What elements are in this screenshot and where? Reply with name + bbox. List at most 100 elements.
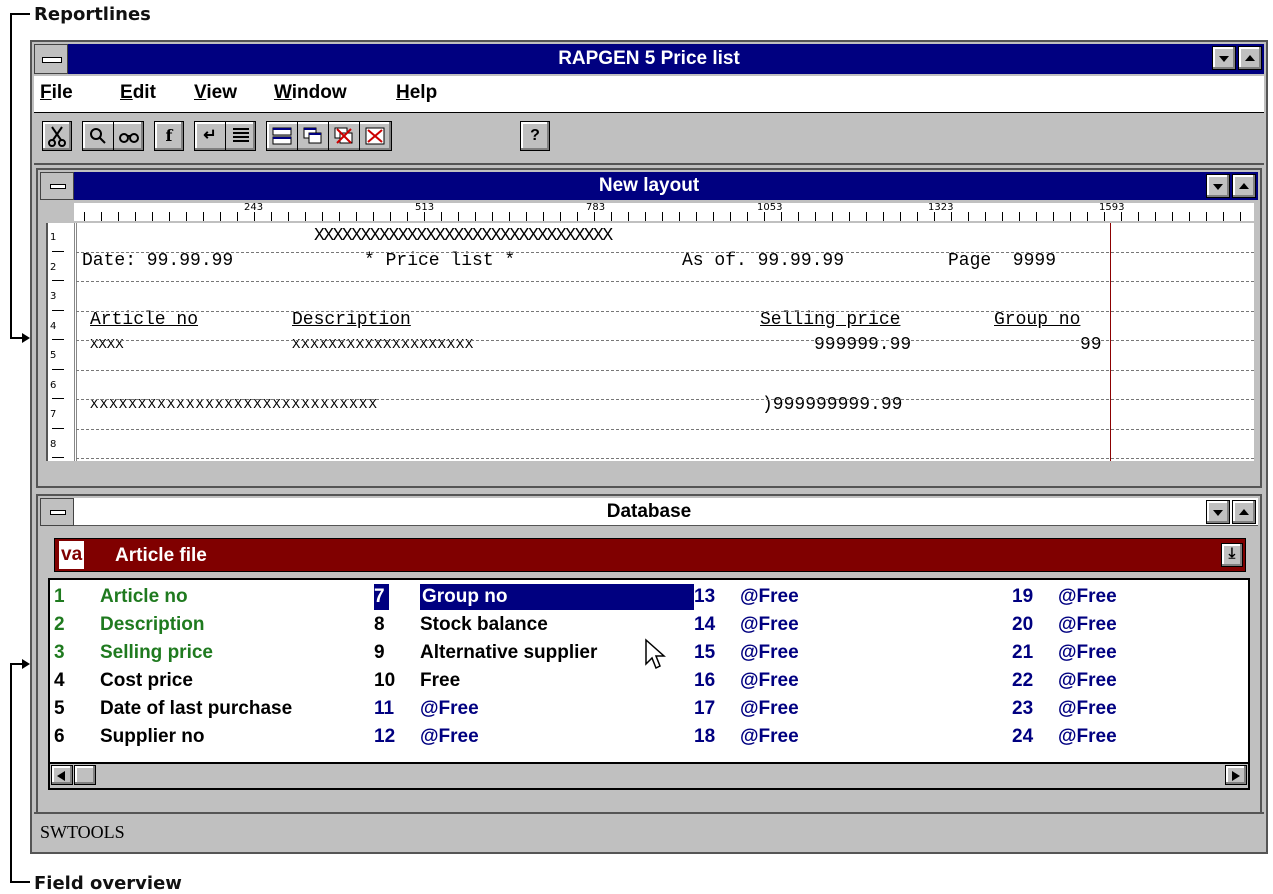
db-field-number: 3 <box>54 642 65 663</box>
menu-file[interactable]: File <box>40 82 73 104</box>
minimize-icon <box>1213 184 1223 190</box>
horizontal-scrollbar[interactable] <box>50 762 1248 788</box>
db-field-label: Article no <box>100 586 188 607</box>
report-line-separator <box>76 251 1254 253</box>
window-close-all-icon <box>334 127 353 144</box>
file-dropdown-button[interactable]: ⤓ <box>1221 543 1243 567</box>
cut-button[interactable] <box>42 121 72 151</box>
db-field-number: 12 <box>374 726 396 747</box>
maximize-button[interactable] <box>1238 46 1262 70</box>
ruler[interactable]: 243 513 783 1053 1323 1593 <box>74 203 1254 221</box>
db-field-label: @Free <box>420 726 479 747</box>
menu-bar: File Edit View Window Help <box>34 76 1264 113</box>
minimize-icon <box>1213 510 1223 516</box>
window-close-button[interactable] <box>360 122 390 150</box>
database-title: Database <box>606 501 692 522</box>
db-field-number: 23 <box>1012 698 1034 719</box>
lines-icon <box>233 128 249 142</box>
window-tile-button[interactable] <box>267 122 298 150</box>
ruler-tick <box>645 212 646 221</box>
db-field-number: 8 <box>374 614 385 635</box>
line-number: 1 <box>50 232 57 243</box>
ruler-tick <box>1036 212 1037 221</box>
menu-view[interactable]: View <box>194 82 237 104</box>
menu-help[interactable]: Help <box>396 82 437 104</box>
header-group-no[interactable]: Group no <box>994 310 1080 330</box>
return-button[interactable]: ↵ <box>195 122 226 150</box>
db-field-label: @Free <box>1058 614 1117 635</box>
ruler-tick <box>900 212 901 221</box>
layout-minimize-button[interactable] <box>1206 174 1230 198</box>
layout-editor[interactable]: 1 2 3 4 5 6 7 8 XXXXXXXXXXXXXXXXXXXXXXXXXXXXXXX… <box>46 223 1254 461</box>
scroll-left-button[interactable] <box>51 765 73 785</box>
right-margin-line <box>1110 223 1111 461</box>
ruler-tick <box>1121 212 1122 221</box>
callout-field-overview: Field overview <box>34 873 182 894</box>
report-line-1[interactable]: XXXXXXXXXXXXXXXXXXXXXXXXXXXXXXXX <box>314 226 613 246</box>
header-article-no[interactable]: Article no <box>90 310 198 330</box>
header-description[interactable]: Description <box>292 310 411 330</box>
minimize-button[interactable] <box>1212 46 1236 70</box>
total-value[interactable]: )999999999.99 <box>762 395 902 415</box>
ruler-tick <box>322 212 323 221</box>
database-window: Database va Article file ⤓ 1 Article no 2 D… <box>36 494 1262 814</box>
line-marker <box>52 368 64 370</box>
menu-edit[interactable]: Edit <box>120 82 156 104</box>
window-close-icon <box>365 127 385 145</box>
ruler-tick <box>1206 212 1207 221</box>
window-cascade-button[interactable] <box>298 122 329 150</box>
report-as-of[interactable]: As of. 99.99.99 <box>682 251 844 271</box>
search-button[interactable] <box>83 122 114 150</box>
report-page[interactable]: Page 9999 <box>948 251 1056 271</box>
callout-arrow-icon <box>22 333 30 343</box>
db-field-number: 18 <box>694 726 716 747</box>
system-menu-button[interactable] <box>34 44 68 74</box>
menu-window[interactable]: Window <box>274 82 347 104</box>
field-selling-price[interactable]: 999999.99 <box>814 335 911 355</box>
header-selling-price[interactable]: Selling price <box>760 310 900 330</box>
ruler-tick <box>101 212 102 221</box>
db-field-number: 9 <box>374 642 385 663</box>
help-button[interactable]: ? <box>520 121 550 151</box>
ruler-tick <box>1019 212 1020 221</box>
layout-window: New layout 243 513 783 1053 1323 1593 1 2… <box>36 168 1262 488</box>
report-date[interactable]: Date: 99.99.99 <box>82 251 233 271</box>
line-marker <box>52 457 64 458</box>
lines-button[interactable] <box>226 122 256 150</box>
report-title[interactable]: * Price list * <box>364 251 515 271</box>
db-field-number: 10 <box>374 670 396 691</box>
db-field-number: 1 <box>54 586 65 607</box>
field-group-no[interactable]: 99 <box>1080 335 1102 355</box>
database-system-menu-button[interactable] <box>40 498 74 526</box>
database-maximize-button[interactable] <box>1232 500 1256 524</box>
ruler-tick <box>152 212 153 221</box>
toolbar: f ↵ ? <box>34 113 1264 165</box>
window-close-all-button[interactable] <box>329 122 360 150</box>
find-replace-button[interactable] <box>114 122 144 150</box>
scroll-right-button[interactable] <box>1225 765 1247 785</box>
report-line-separator <box>76 340 1254 341</box>
ruler-tick <box>475 212 476 221</box>
file-selector[interactable]: va Article file ⤓ <box>54 538 1246 572</box>
function-button[interactable]: f <box>154 121 184 151</box>
db-field-number: 21 <box>1012 642 1034 663</box>
window-cascade-icon <box>303 127 322 144</box>
ruler-tick <box>271 212 272 221</box>
system-menu-icon <box>50 184 66 189</box>
layout-maximize-button[interactable] <box>1232 174 1256 198</box>
db-field[interactable]: 7 Group no <box>374 584 694 610</box>
app-titlebar: RAPGEN 5 Price list <box>34 44 1264 74</box>
layout-system-menu-button[interactable] <box>40 172 74 200</box>
ruler-tick <box>866 212 867 221</box>
ruler-tick <box>1138 212 1139 221</box>
ruler-tick <box>611 212 612 221</box>
ruler-tick <box>526 212 527 221</box>
line-marker <box>52 339 64 340</box>
db-field-number: 15 <box>694 642 716 663</box>
scroll-thumb[interactable] <box>74 765 96 785</box>
ruler-tick <box>662 212 663 221</box>
database-minimize-button[interactable] <box>1206 500 1230 524</box>
ruler-tick <box>543 212 544 221</box>
ruler-tick <box>1155 212 1156 221</box>
ruler-tick <box>220 212 221 221</box>
